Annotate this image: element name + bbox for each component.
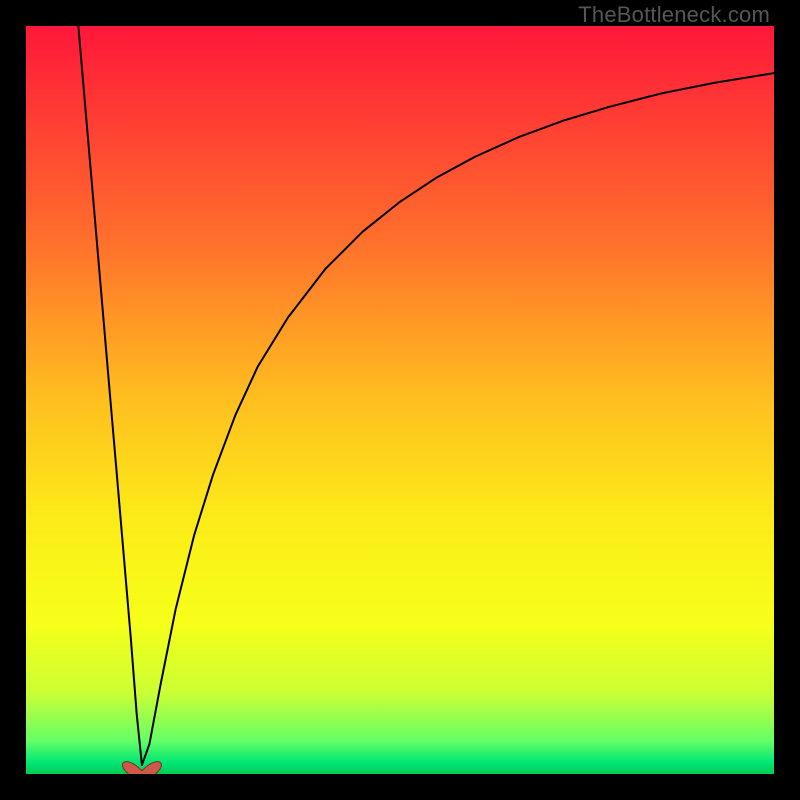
bottleneck-chart [26, 26, 774, 774]
watermark-source: TheBottleneck.com [578, 2, 770, 28]
plot-background [26, 26, 774, 774]
chart-frame: TheBottleneck.com [0, 0, 800, 800]
